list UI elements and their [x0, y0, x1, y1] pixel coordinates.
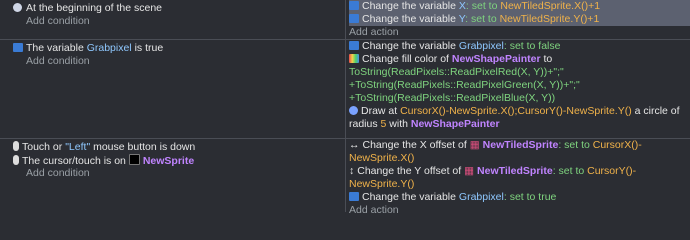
variable-icon: [349, 14, 359, 23]
event-3-conditions: Touch or "Left" mouse button is down The…: [0, 139, 345, 212]
event-1: At the beginning of the scene Add condit…: [0, 0, 690, 39]
event-3: Touch or "Left" mouse button is down The…: [0, 139, 690, 216]
event-1-actions: Change the variable X: set to NewTiledSp…: [346, 0, 690, 39]
action-fill-color[interactable]: Change fill color of NewShapePainter to: [349, 53, 690, 66]
tiled-sprite-icon: ▦: [469, 139, 480, 151]
horizontal-arrow-icon: ↔: [349, 139, 360, 151]
add-action-link[interactable]: Add action: [349, 204, 690, 217]
action-draw-circle-cont[interactable]: radius 5 with NewShapePainter: [349, 118, 690, 131]
mouse-icon: [13, 141, 19, 151]
vertical-arrow-icon: ↕: [349, 165, 355, 177]
add-condition-link[interactable]: Add condition: [26, 167, 341, 180]
add-condition-link[interactable]: Add condition: [26, 55, 341, 68]
action-change-grabpixel[interactable]: Change the variable Grabpixel: set to fa…: [349, 40, 690, 53]
circle-icon: [349, 106, 358, 115]
fill-color-icon: [349, 54, 359, 63]
event-2-conditions: The variable Grabpixel is true Add condi…: [0, 40, 345, 138]
variable-icon: [349, 1, 359, 10]
cursor-icon: [13, 155, 19, 165]
condition-cursor-on-object[interactable]: The cursor/touch is on NewSprite: [13, 154, 341, 167]
variable-icon: [349, 192, 359, 201]
condition-mouse-button[interactable]: Touch or "Left" mouse button is down: [13, 141, 341, 154]
scene-start-icon: [13, 3, 22, 12]
add-action-link[interactable]: Add action: [349, 26, 690, 39]
action-x-offset-cont[interactable]: NewSprite.X(): [349, 152, 690, 165]
action-draw-circle[interactable]: Draw at CursorX()-NewSprite.X();CursorY(…: [349, 105, 690, 118]
condition-scene-start[interactable]: At the beginning of the scene: [26, 2, 341, 15]
action-fill-expr-2[interactable]: +ToString(ReadPixels::ReadPixelGreen(X, …: [349, 79, 690, 92]
sprite-icon: [128, 154, 140, 165]
variable-icon: [13, 43, 23, 52]
condition-variable-grabpixel[interactable]: The variable Grabpixel is true: [13, 42, 341, 55]
event-2-actions: Change the variable Grabpixel: set to fa…: [346, 40, 690, 138]
event-3-actions: ↔ Change the X offset of ▦ NewTiledSprite:…: [346, 139, 690, 216]
action-fill-expr-1[interactable]: ToString(ReadPixels::ReadPixelRed(X, Y))…: [349, 66, 690, 79]
action-fill-expr-3[interactable]: +ToString(ReadPixels::ReadPixelBlue(X, Y…: [349, 92, 690, 105]
action-change-y[interactable]: Change the variable Y: set to NewTiledSp…: [349, 13, 690, 26]
action-y-offset-cont[interactable]: NewSprite.Y(): [349, 178, 690, 191]
tiled-sprite-icon: ▦: [464, 165, 475, 177]
action-y-offset[interactable]: ↕ Change the Y offset of ▦ NewTiledSprite:…: [349, 165, 690, 178]
action-change-x[interactable]: Change the variable X: set to NewTiledSp…: [349, 0, 690, 13]
event-2: The variable Grabpixel is true Add condi…: [0, 40, 690, 138]
action-change-grabpixel-true[interactable]: Change the variable Grabpixel: set to tr…: [349, 191, 690, 204]
add-condition-link[interactable]: Add condition: [26, 15, 341, 28]
event-1-conditions: At the beginning of the scene Add condit…: [0, 0, 345, 39]
variable-icon: [349, 41, 359, 50]
action-x-offset[interactable]: ↔ Change the X offset of ▦ NewTiledSprite:…: [349, 139, 690, 152]
